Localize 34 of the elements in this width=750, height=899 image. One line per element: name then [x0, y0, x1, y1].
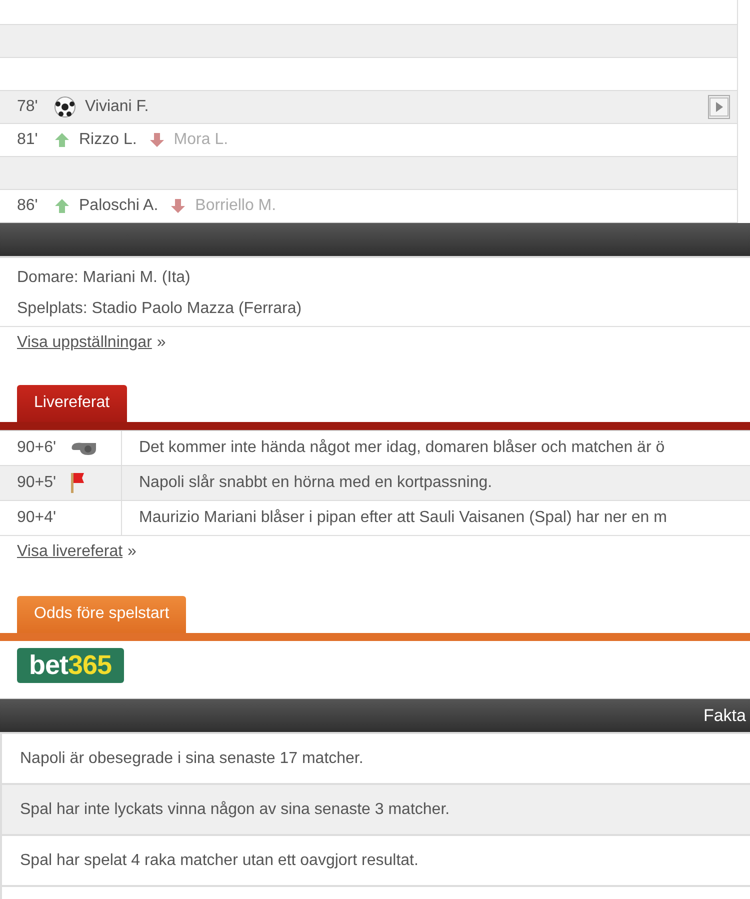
venue-info: Spelplats: Stadio Paolo Mazza (Ferrara): [17, 299, 303, 319]
referee-info: Domare: Mariani M. (Ita): [17, 268, 192, 288]
comment-text: Maurizio Mariani blåser i pipan efter att Sauli Vaisanen (Spal) har ner en m: [138, 509, 667, 527]
bookmaker-logo[interactable]: bet365: [17, 648, 124, 683]
whistle-icon: [70, 440, 98, 456]
livereferat-tab[interactable]: Livereferat: [17, 385, 127, 422]
chevron-text: »: [156, 334, 166, 352]
video-icon[interactable]: [708, 95, 730, 119]
event-minute: 78': [17, 98, 39, 116]
comment-minute: 90+5': [17, 474, 56, 492]
comment-minute: 90+6': [17, 439, 56, 457]
fact-text: Spal har spelat 4 raka matcher utan ett oavgjort resultat.: [20, 852, 418, 870]
down-arrow-icon: [170, 198, 186, 214]
player-name: Viviani F.: [85, 98, 149, 116]
player-out-name: Borriello M.: [195, 197, 276, 215]
chevron-text: »: [128, 543, 136, 561]
player-in-name: Rizzo L.: [79, 131, 137, 149]
fact-text: Spal har inte lyckats vinna någon av sina senaste 3 matcher.: [20, 800, 450, 818]
player-in-name: Paloschi A.: [79, 197, 158, 215]
live-commentary-link[interactable]: Visa livereferat: [17, 543, 123, 561]
comment-minute: 90+4': [17, 509, 56, 527]
comment-text: Det kommer inte hända något mer idag, domaren blåser och matchen är ö: [138, 439, 665, 457]
up-arrow-icon: [54, 198, 70, 214]
football-icon: [54, 96, 76, 118]
corner-flag-icon: [70, 472, 86, 494]
event-minute: 81': [17, 131, 39, 149]
up-arrow-icon: [54, 132, 70, 148]
facts-title: Fakta: [703, 706, 747, 726]
lineups-link[interactable]: Visa uppställningar: [17, 334, 152, 352]
player-out-name: Mora L.: [174, 131, 228, 149]
fact-text: Napoli är obesegrade i sina senaste 17 matcher.: [20, 750, 364, 768]
down-arrow-icon: [148, 132, 165, 148]
event-minute: 86': [17, 197, 39, 215]
comment-text: Napoli slår snabbt en hörna med en kortpassning.: [138, 474, 492, 492]
